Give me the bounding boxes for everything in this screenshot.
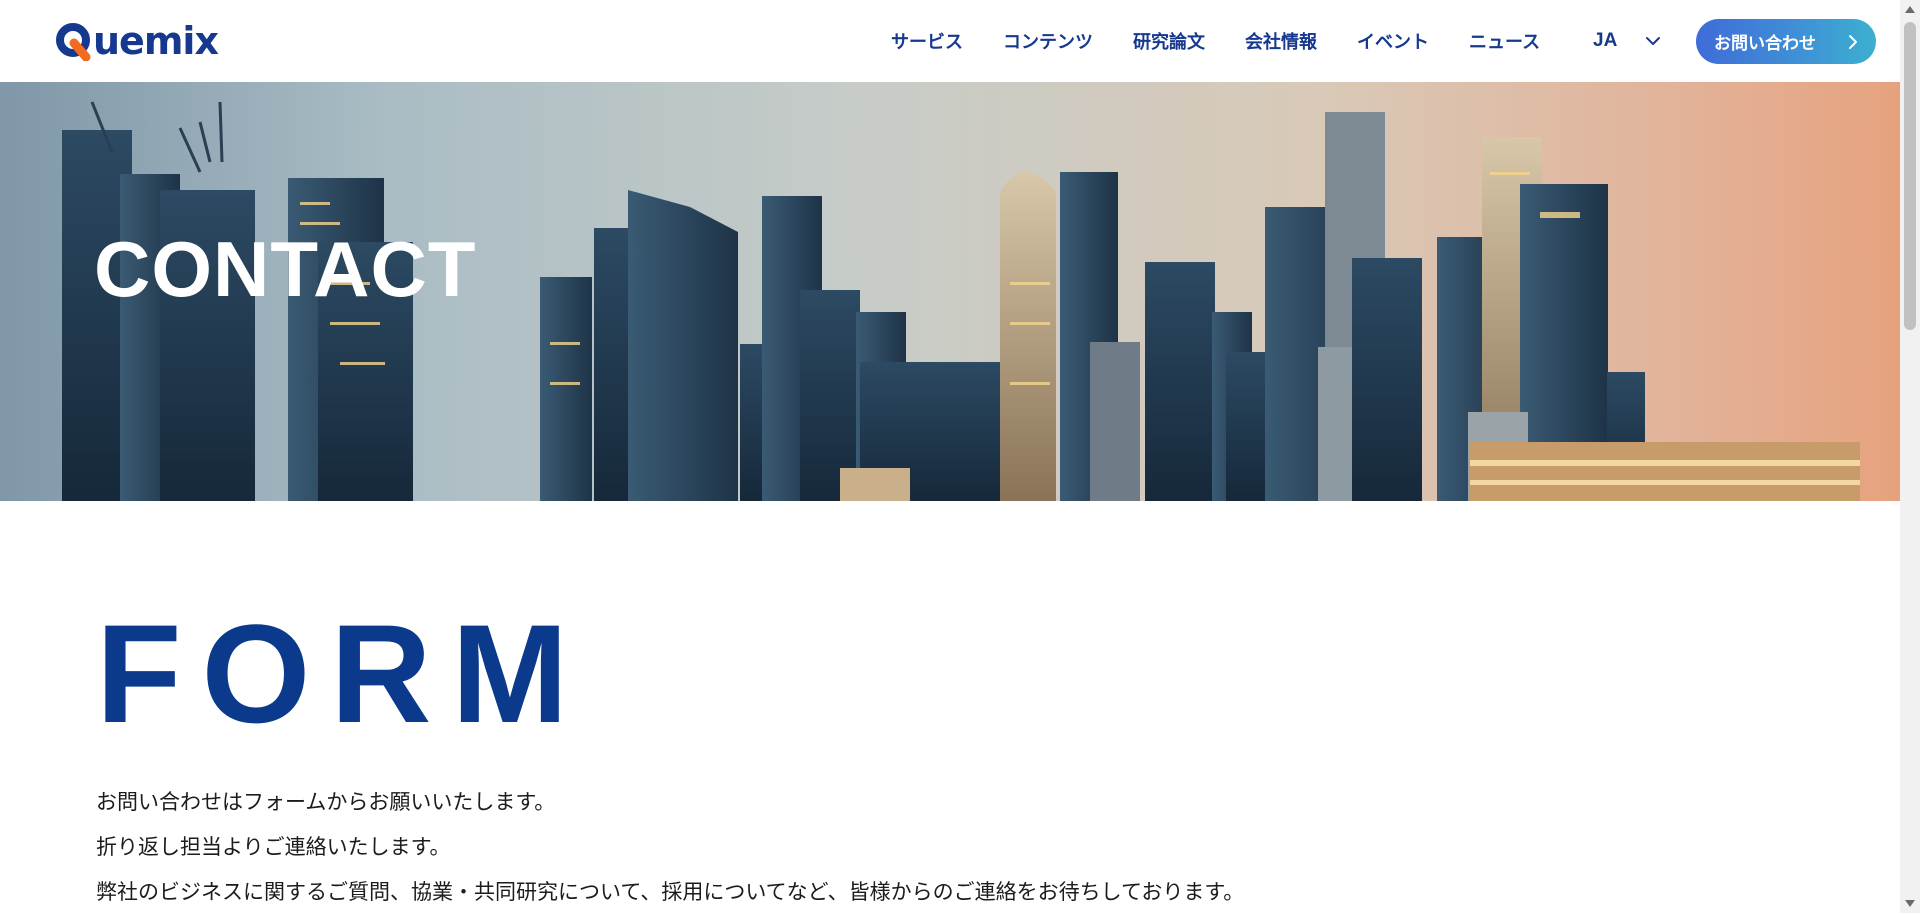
language-label: JA (1593, 30, 1618, 51)
form-intro-text: お問い合わせはフォームからお願いいたします。 折り返し担当よりご連絡いたします。… (96, 780, 1796, 915)
intro-line: 折り返し担当よりご連絡いたします。 (96, 835, 451, 859)
language-selector[interactable]: JA (1593, 26, 1661, 56)
site-header: uemix サービス コンテンツ 研究論文 会社情報 イベント ニュース JA … (0, 0, 1900, 82)
quemix-logo[interactable]: uemix (56, 18, 219, 64)
contact-button[interactable]: お問い合わせ (1696, 19, 1876, 64)
intro-line: 弊社のビジネスに関するご質問、協業・共同研究について、採用についてなど、皆様から… (96, 880, 1245, 904)
chevron-right-icon (1849, 35, 1857, 49)
intro-line: お問い合わせはフォームからお願いいたします。 (96, 790, 556, 814)
page-scrollbar[interactable] (1900, 0, 1920, 913)
scroll-up-icon[interactable] (1905, 6, 1915, 13)
nav-item-company[interactable]: 会社情報 (1245, 28, 1317, 54)
nav-item-papers[interactable]: 研究論文 (1133, 28, 1205, 54)
contact-button-label: お問い合わせ (1714, 34, 1816, 54)
nav-item-services[interactable]: サービス (891, 28, 963, 54)
nav-item-news[interactable]: ニュース (1469, 28, 1540, 54)
logo-q-icon (56, 23, 91, 61)
main-nav: サービス コンテンツ 研究論文 会社情報 イベント ニュース (891, 0, 1580, 82)
nav-item-events[interactable]: イベント (1357, 28, 1429, 54)
scroll-down-icon[interactable] (1905, 900, 1915, 907)
scrollbar-thumb[interactable] (1904, 22, 1916, 330)
form-section-title: FORM (96, 595, 589, 752)
logo-wordmark: uemix (93, 19, 219, 63)
hero-banner: CONTACT (0, 82, 1900, 501)
nav-item-contents[interactable]: コンテンツ (1003, 28, 1093, 54)
chevron-down-icon (1646, 37, 1661, 45)
hero-title: CONTACT (94, 225, 477, 313)
